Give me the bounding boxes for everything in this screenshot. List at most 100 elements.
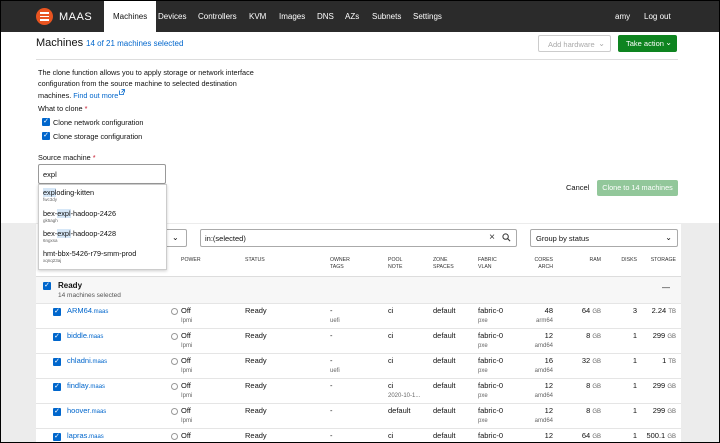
machine-cores: 12 <box>544 331 553 340</box>
machine-hostname[interactable]: chladni.maas <box>67 356 107 365</box>
machine-hostname[interactable]: hoover.maas <box>67 406 106 415</box>
nav-dns[interactable]: DNS <box>317 1 334 32</box>
selected-count-link[interactable]: 14 of 21 machines selected <box>86 39 183 48</box>
clone-network-label[interactable]: Clone network configuration <box>53 118 143 127</box>
dropdown-option-id: 6ngxsa <box>43 238 58 243</box>
option-prefix: hmt-bbx-5426-r79-smm-prod <box>43 249 137 258</box>
col-vlan[interactable]: VLAN <box>478 264 492 271</box>
nav-logout[interactable]: Log out <box>644 1 671 32</box>
machine-zone[interactable]: default <box>433 381 456 390</box>
machine-hostname[interactable]: findlay.maas <box>67 381 105 390</box>
machine-storage: 299 GB <box>653 406 676 415</box>
clone-storage-label[interactable]: Clone storage configuration <box>53 132 142 141</box>
option-prefix: bex- <box>43 209 58 218</box>
search-icon[interactable] <box>502 233 511 242</box>
group-collapse-toggle[interactable]: — <box>662 283 670 292</box>
option-suffix: oding-kitten <box>56 188 95 197</box>
take-action-button[interactable]: Take action ⌄ <box>618 35 677 52</box>
header-divider <box>36 59 678 60</box>
machine-ram: 8 GB <box>586 406 601 415</box>
col-fabric[interactable]: FABRIC <box>478 257 497 264</box>
checkbox-checked-icon[interactable]: ✓ <box>42 118 50 126</box>
brand-logo[interactable]: MAAS <box>36 7 92 26</box>
machine-pool[interactable]: ci <box>388 381 393 390</box>
col-zone[interactable]: ZONE <box>433 257 447 264</box>
checkbox-checked-icon[interactable]: ✓ <box>43 282 51 290</box>
dropdown-option[interactable]: hmt-bbx-5426-r79-smm-prod xqnq23aj <box>43 249 136 263</box>
machine-pool[interactable]: ci <box>388 356 393 365</box>
col-note[interactable]: NOTE <box>388 264 402 271</box>
col-arch[interactable]: ARCH <box>538 264 553 271</box>
checkbox-checked-icon[interactable]: ✓ <box>42 132 50 140</box>
search-value: in:(selected) <box>205 234 246 243</box>
filter-dropdown[interactable]: ⌄ <box>166 229 187 247</box>
machine-pool[interactable]: default <box>388 406 411 415</box>
machine-owner: - <box>330 306 333 315</box>
add-hardware-button[interactable]: Add hardware ⌄ <box>538 35 611 52</box>
table-row[interactable] <box>36 403 681 428</box>
power-type: Ipmi <box>181 418 193 424</box>
checkbox-checked-icon[interactable]: ✓ <box>53 333 61 341</box>
checkbox-checked-icon[interactable]: ✓ <box>53 358 61 366</box>
nav-controllers[interactable]: Controllers <box>198 1 237 32</box>
col-cores[interactable]: CORES <box>535 257 553 264</box>
source-machine-input[interactable]: expl <box>38 164 166 184</box>
col-tags[interactable]: TAGS <box>330 264 344 271</box>
table-row[interactable] <box>36 328 681 353</box>
machine-zone[interactable]: default <box>433 306 456 315</box>
nav-devices[interactable]: Devices <box>158 1 186 32</box>
search-input[interactable]: in:(selected) × <box>200 229 517 247</box>
machine-zone[interactable]: default <box>433 431 456 440</box>
col-owner[interactable]: OWNER <box>330 257 350 264</box>
col-disks[interactable]: DISKS <box>621 257 637 264</box>
nav-subnets[interactable]: Subnets <box>372 1 401 32</box>
machine-ram: 64 GB <box>582 306 601 315</box>
machine-hostname[interactable]: ARM64.maas <box>67 306 108 315</box>
machine-zone[interactable]: default <box>433 331 456 340</box>
nav-machines[interactable]: Machines <box>104 1 157 32</box>
machine-zone[interactable]: default <box>433 406 456 415</box>
machine-hostname[interactable]: biddle.maas <box>67 331 103 340</box>
machine-pool[interactable]: ci <box>388 431 393 440</box>
clear-icon[interactable]: × <box>489 232 495 243</box>
power-state: Off <box>181 431 191 440</box>
checkbox-checked-icon[interactable]: ✓ <box>53 308 61 316</box>
dropdown-option[interactable]: exploding-kitten fwc3dy <box>43 188 94 202</box>
machine-zone[interactable]: default <box>433 356 456 365</box>
machine-vlan: pxe <box>478 318 488 324</box>
dropdown-option[interactable]: bex-expl-hadoop-2426 gk5agh <box>43 209 116 223</box>
nav-azs[interactable]: AZs <box>345 1 359 32</box>
group-by-select[interactable]: Group by status ⌄ <box>530 229 678 247</box>
clone-submit-button[interactable]: Clone to 14 machines <box>597 180 678 196</box>
nav-settings[interactable]: Settings <box>413 1 442 32</box>
group-name[interactable]: Ready <box>58 281 82 290</box>
machine-tags: uefi <box>330 318 340 324</box>
col-pool[interactable]: POOL <box>388 257 402 264</box>
col-status[interactable]: STATUS <box>245 257 265 264</box>
col-storage[interactable]: STORAGE <box>651 257 676 264</box>
dropdown-option[interactable]: bex-expl-hadoop-2428 6ngxsa <box>43 229 116 243</box>
col-ram[interactable]: RAM <box>589 257 601 264</box>
domain-text: .maas <box>88 384 106 390</box>
power-icon <box>171 333 178 340</box>
table-row[interactable] <box>36 378 681 403</box>
machine-pool[interactable]: ci <box>388 331 393 340</box>
ram-value: 64 <box>581 431 591 440</box>
cancel-button[interactable]: Cancel <box>566 183 589 192</box>
col-spaces[interactable]: SPACES <box>433 264 454 271</box>
col-power[interactable]: POWER <box>181 257 201 264</box>
nav-user[interactable]: amy <box>615 1 630 32</box>
machine-owner: - <box>330 356 333 365</box>
machine-status: Ready <box>245 331 267 340</box>
nav-images[interactable]: Images <box>279 1 305 32</box>
storage-unit: GB <box>667 409 676 415</box>
machine-hostname[interactable]: lapras.maas <box>67 431 104 440</box>
machine-pool[interactable]: ci <box>388 306 393 315</box>
nav-kvm[interactable]: KVM <box>249 1 266 32</box>
find-out-more-link[interactable]: Find out more <box>73 91 118 100</box>
checkbox-checked-icon[interactable]: ✓ <box>53 383 61 391</box>
machine-disks: 1 <box>632 406 637 415</box>
checkbox-checked-icon[interactable]: ✓ <box>53 408 61 416</box>
checkbox-checked-icon[interactable]: ✓ <box>53 433 61 441</box>
storage-unit: TB <box>668 309 676 315</box>
